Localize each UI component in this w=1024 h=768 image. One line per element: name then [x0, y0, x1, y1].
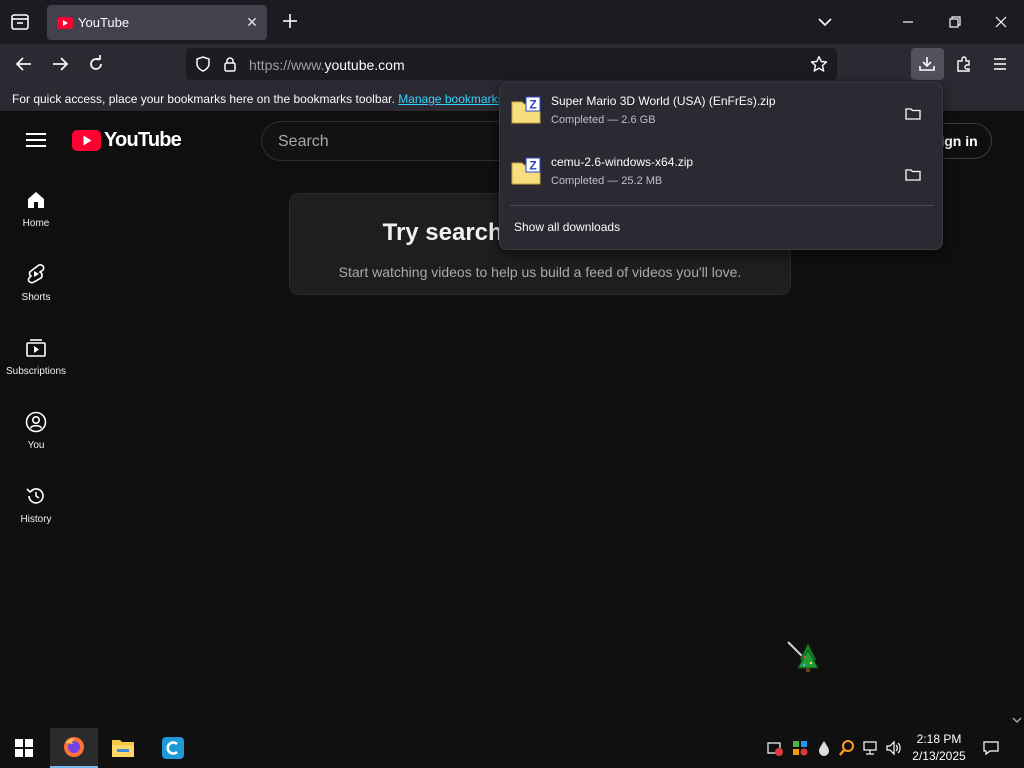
scroll-down-arrow-icon[interactable]: [1012, 716, 1022, 724]
sidebar-item-you[interactable]: You: [0, 410, 72, 484]
manage-bookmarks-link[interactable]: Manage bookmarks: [398, 92, 503, 106]
sidebar-item-shorts[interactable]: Shorts: [0, 262, 72, 336]
action-center-icon[interactable]: [982, 739, 1000, 757]
show-all-downloads-button[interactable]: Show all downloads: [514, 220, 620, 234]
empty-feed-subtitle: Start watching videos to help us build a…: [338, 264, 742, 280]
youtube-logo[interactable]: YouTube: [72, 128, 182, 152]
sidebar-item-label: Shorts: [21, 292, 51, 303]
lock-icon[interactable]: [221, 55, 239, 73]
youtube-logo-text: YouTube: [104, 128, 182, 151]
tray-drop-icon[interactable]: [815, 739, 833, 757]
svg-text:Z: Z: [529, 98, 536, 112]
firefox-icon: [64, 737, 84, 757]
tray-app-icon[interactable]: [791, 739, 809, 757]
tab-bar: YouTube ✕: [0, 0, 1024, 44]
taskbar-file-explorer[interactable]: [99, 728, 147, 768]
close-window-icon[interactable]: [991, 12, 1011, 32]
downloads-button[interactable]: [911, 48, 944, 80]
restore-window-icon[interactable]: [945, 12, 965, 32]
url-text[interactable]: https://www.youtube.com: [249, 57, 405, 73]
clock-time[interactable]: 2:18 PM: [906, 732, 972, 746]
reload-icon[interactable]: [82, 50, 110, 78]
app-menu-icon[interactable]: [991, 55, 1009, 73]
new-tab-icon[interactable]: [280, 11, 300, 31]
download-file-name: cemu-2.6-windows-x64.zip: [551, 155, 694, 169]
tab-title: YouTube: [78, 15, 130, 30]
show-in-folder-icon[interactable]: [904, 105, 922, 123]
bookmarks-toolbar-message: For quick access, place your bookmarks h…: [12, 92, 504, 106]
extensions-icon[interactable]: [955, 55, 973, 73]
youtube-play-logo-icon: [72, 129, 101, 151]
firefox-view-icon[interactable]: [8, 10, 32, 34]
ccleaner-icon: [162, 737, 184, 759]
zip-archive-icon: Z: [510, 156, 542, 188]
search-placeholder: Search: [278, 133, 329, 150]
clock-date[interactable]: 2/13/2025: [906, 749, 972, 763]
youtube-favicon-icon: [57, 15, 73, 31]
hamburger-menu-icon[interactable]: [20, 128, 52, 152]
download-status: Completed — 2.6 GB: [551, 114, 656, 126]
network-icon[interactable]: [861, 739, 879, 757]
svg-text:Z: Z: [529, 159, 536, 173]
sidebar-item-history[interactable]: History: [0, 484, 72, 558]
tab-youtube[interactable]: YouTube ✕: [47, 5, 267, 40]
taskbar: 2:18 PM 2/13/2025: [0, 717, 1024, 768]
you-icon: [25, 411, 47, 433]
show-in-folder-icon[interactable]: [904, 166, 922, 184]
download-icon: [918, 55, 936, 73]
windows-logo-icon: [15, 739, 33, 757]
sidebar-item-home[interactable]: Home: [0, 188, 72, 262]
home-icon: [28, 192, 44, 208]
sidebar-item-label: Home: [22, 218, 50, 229]
sidebar-item-label: You: [27, 440, 45, 451]
subscriptions-icon: [26, 339, 46, 357]
taskbar-ccleaner[interactable]: [149, 728, 197, 768]
tab-close-icon[interactable]: ✕: [244, 14, 260, 30]
file-explorer-icon: [112, 740, 134, 757]
history-icon: [26, 488, 44, 504]
sidebar-item-label: History: [20, 514, 52, 525]
bookmark-star-icon[interactable]: [810, 55, 828, 73]
sidebar-item-subscriptions[interactable]: Subscriptions: [0, 336, 72, 410]
back-icon[interactable]: [10, 50, 38, 78]
search-input[interactable]: Search: [261, 121, 521, 161]
download-file-name: Super Mario 3D World (USA) (EnFrEs).zip: [551, 94, 776, 108]
tray-security-icon[interactable]: [766, 739, 784, 757]
divider: [510, 205, 934, 206]
christmas-tree-cursor-icon: [786, 640, 822, 676]
download-status: Completed — 25.2 MB: [551, 175, 663, 187]
download-item[interactable]: Z Super Mario 3D World (USA) (EnFrEs).zi…: [500, 83, 942, 143]
zip-archive-icon: Z: [510, 95, 542, 127]
downloads-panel: Z Super Mario 3D World (USA) (EnFrEs).zi…: [499, 82, 943, 250]
sidebar-item-label: Subscriptions: [5, 366, 67, 377]
list-all-tabs-icon[interactable]: [815, 12, 835, 32]
tracking-protection-shield-icon[interactable]: [194, 55, 212, 73]
download-item[interactable]: Z cemu-2.6-windows-x64.zip Completed — 2…: [500, 144, 942, 204]
forward-icon[interactable]: [46, 50, 74, 78]
start-button[interactable]: [0, 728, 48, 768]
url-prefix: https://www.: [249, 57, 325, 73]
taskbar-firefox[interactable]: [50, 728, 98, 768]
shorts-icon: [27, 264, 45, 284]
tray-search-icon[interactable]: [838, 739, 856, 757]
bookmarks-hint-text: For quick access, place your bookmarks h…: [12, 92, 399, 106]
minimize-window-icon[interactable]: [898, 12, 918, 32]
volume-icon[interactable]: [885, 739, 903, 757]
url-host: youtube.com: [324, 57, 405, 73]
url-bar[interactable]: https://www.youtube.com: [186, 48, 837, 80]
